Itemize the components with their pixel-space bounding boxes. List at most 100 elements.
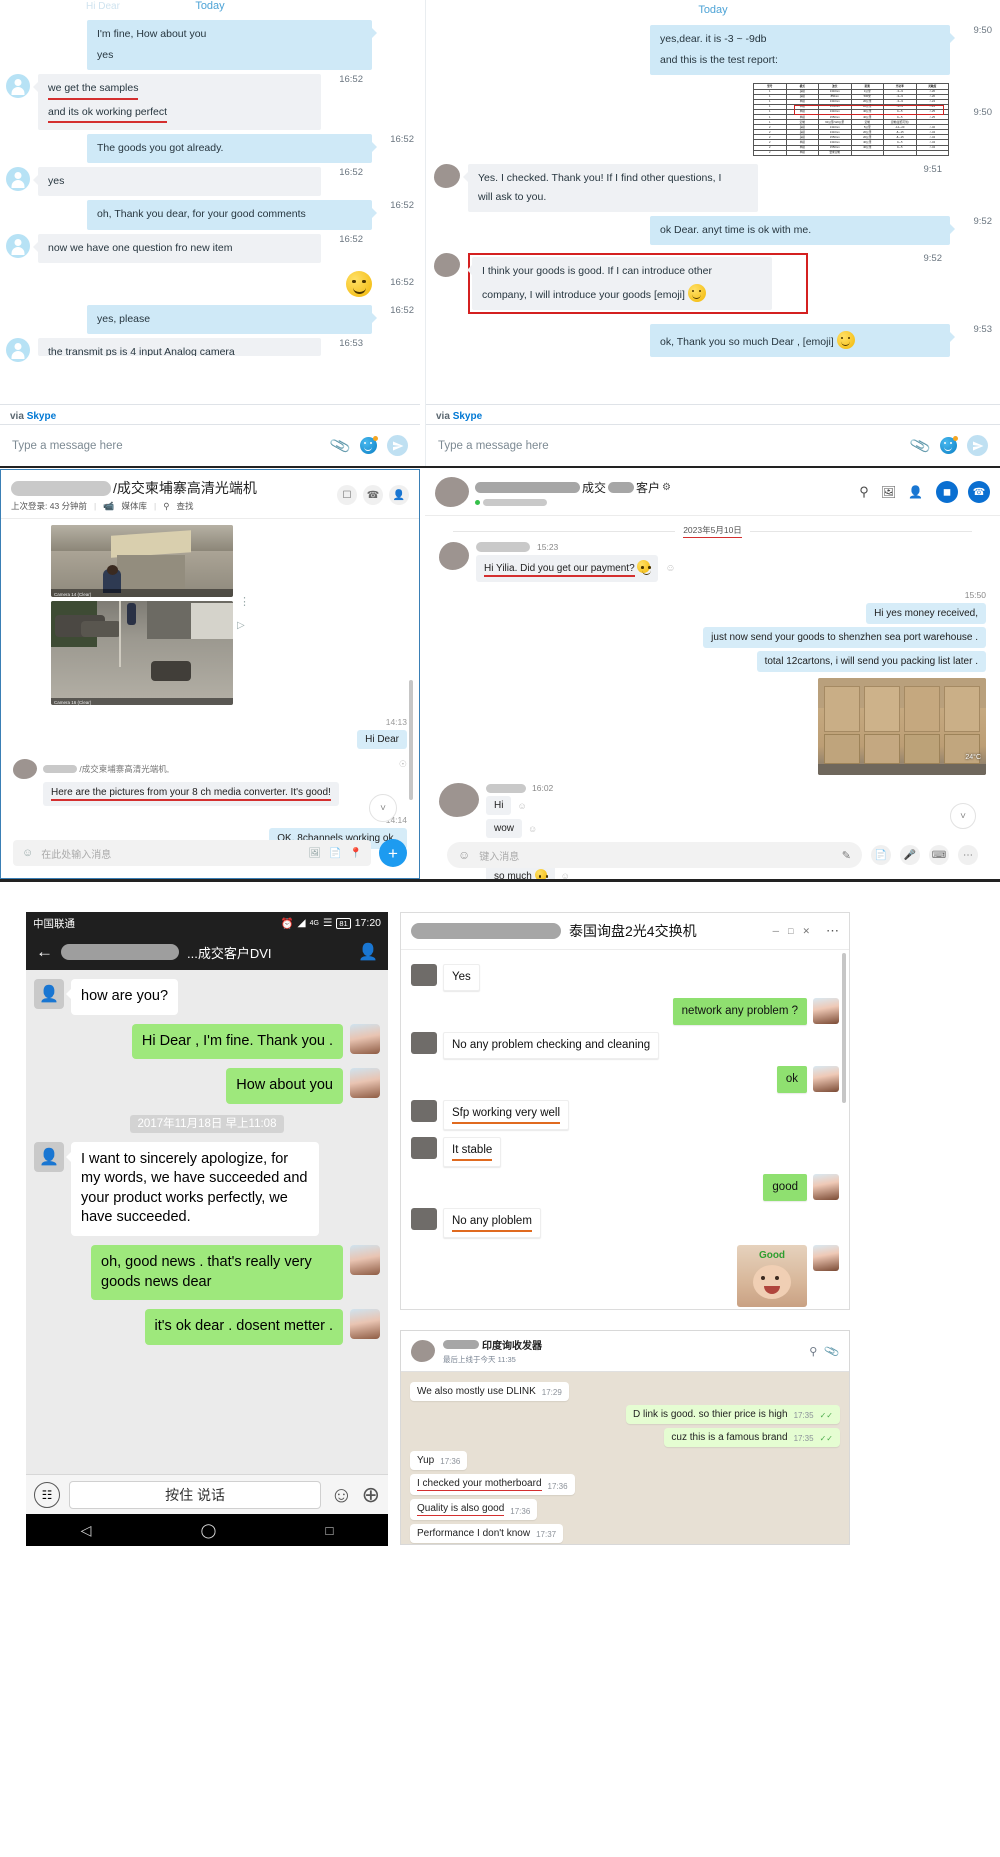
message-bubble[interactable]: I think your goods is good. If I can int…	[467, 257, 772, 310]
message-bubble[interactable]: I want to sincerely apologize, for my wo…	[66, 1141, 319, 1236]
good-job-baby-sticker[interactable]: Good	[737, 1244, 807, 1307]
message-bubble[interactable]: yes	[33, 167, 321, 197]
message-bubble[interactable]: D link is good. so thier price is high 1…	[626, 1405, 840, 1424]
add-contact-icon[interactable]: 👤	[908, 485, 923, 499]
message-bubble[interactable]: How about you	[226, 1068, 343, 1104]
message-bubble[interactable]: oh, good news . that's really very goods…	[91, 1244, 343, 1301]
send-button[interactable]	[387, 435, 408, 456]
message-bubble[interactable]: No any ploblem	[443, 1207, 541, 1238]
message-input[interactable]: 键入消息	[479, 848, 833, 863]
video-call-icon[interactable]: ☐	[337, 485, 357, 505]
message-bubble[interactable]: ok	[776, 1065, 807, 1093]
message-bubble[interactable]: Sfp working very well	[443, 1099, 570, 1130]
maximize-icon[interactable]: □	[788, 926, 793, 937]
scroll-down-icon[interactable]: ˅	[950, 803, 976, 829]
more-icon[interactable]: ⋯	[958, 845, 978, 865]
voice-call-icon[interactable]: ☎	[363, 485, 383, 505]
card-icon[interactable]: 📄	[329, 848, 341, 859]
more-options-icon[interactable]: ⋮	[239, 595, 250, 608]
message-bubble[interactable]: Yes. I checked. Thank you! If I find oth…	[463, 163, 758, 213]
settings-gear-icon[interactable]: ⚙	[662, 482, 671, 493]
emoji-icon[interactable]	[940, 436, 958, 454]
message-bubble[interactable]: good	[763, 1173, 807, 1201]
message-bubble[interactable]: I checked your motherboard 17:36	[410, 1474, 575, 1495]
keyboard-grid-icon[interactable]: ☷	[34, 1481, 60, 1508]
message-bubble[interactable]: Yes	[443, 964, 480, 991]
recents-square-icon[interactable]: □	[326, 1523, 334, 1538]
message-bubble[interactable]: Yup 17:36	[410, 1451, 468, 1470]
message-bubble[interactable]: how are you?	[65, 979, 179, 1015]
message-bubble[interactable]: Hi yes money received,	[866, 603, 986, 624]
plus-icon[interactable]: ⊕	[362, 1482, 380, 1508]
contact-icon[interactable]: 👤	[358, 942, 378, 962]
message-bubble[interactable]: just now send your goods to shenzhen sea…	[703, 627, 986, 648]
message-bubble[interactable]: the transmit ps is 4 input Analog camera	[38, 337, 321, 356]
handwriting-icon[interactable]: ✎	[842, 849, 851, 862]
message-bubble[interactable]: Performance I don't know 17:37	[410, 1524, 564, 1543]
image-icon[interactable]: 🖼	[881, 485, 896, 499]
reaction-icon[interactable]: ☺	[665, 563, 675, 574]
search-label[interactable]: 查找	[176, 500, 193, 512]
attach-icon[interactable]: 📎	[909, 434, 932, 457]
hold-to-talk-button[interactable]: 按住 说话	[69, 1480, 322, 1509]
search-icon[interactable]: ⚲	[859, 484, 869, 500]
message-bubble[interactable]: yes,dear. it is -3 ~ -9db and this is th…	[650, 25, 955, 76]
message-bubble[interactable]: total 12cartons, i will send you packing…	[756, 651, 986, 672]
minimize-icon[interactable]: ─	[773, 926, 779, 937]
message-bubble[interactable]: it's ok dear . dosent metter .	[144, 1309, 343, 1345]
home-circle-icon[interactable]: ◯	[201, 1522, 217, 1539]
message-bubble[interactable]: ok Dear. anyt time is ok with me.	[650, 216, 955, 246]
add-contact-icon[interactable]: 👤	[389, 485, 409, 505]
cartons-photo[interactable]: 24°C	[818, 678, 986, 775]
message-bubble[interactable]: ok, Thank you so much Dear , [emoji]	[650, 323, 955, 358]
scrollbar[interactable]	[409, 680, 413, 800]
location-icon[interactable]: 📍	[350, 848, 362, 859]
search-icon[interactable]: ⚲	[163, 501, 169, 512]
cctv-screenshot-2[interactable]: Camera 16 (Clear)	[51, 601, 233, 705]
attach-icon[interactable]: 📎	[329, 434, 352, 457]
media-library-label[interactable]: 媒体库	[121, 500, 147, 512]
message-bubble[interactable]: No any problem checking and cleaning	[443, 1031, 660, 1059]
message-bubble[interactable]: cuz this is a famous brand 17:35 ✓✓	[664, 1428, 840, 1447]
back-arrow-icon[interactable]: ←	[36, 942, 53, 962]
reaction-icon[interactable]: ☺	[528, 824, 537, 834]
message-bubble[interactable]: The goods you got already.	[87, 133, 377, 164]
file-icon[interactable]: 📄	[871, 845, 891, 865]
message-bubble[interactable]: now we have one question fro new item	[33, 233, 321, 263]
emoji-icon[interactable]: ☺	[330, 1482, 352, 1508]
message-bubble[interactable]: Hi Dear , I'm fine. Thank you .	[131, 1023, 343, 1060]
media-library-icon[interactable]: 📹	[103, 501, 114, 512]
more-icon[interactable]: ⋯	[826, 923, 839, 939]
cctv-screenshot-1[interactable]: Camera 14 (Clear)	[51, 525, 233, 597]
message-input[interactable]: Type a message here	[12, 440, 321, 452]
test-report-attachment[interactable]: 型号 模式 波长 距离 光功率 灵敏度 1 多模 1310nm 1公里 -3~-9 <-20 1 多模 85…	[750, 81, 950, 158]
message-bubble[interactable]: Hi	[486, 796, 512, 815]
message-bubble[interactable]: Hi Dear	[357, 730, 407, 749]
search-icon[interactable]: ⚲	[809, 1345, 817, 1358]
scroll-down-icon[interactable]: ˅	[369, 794, 397, 822]
message-bubble[interactable]: I'm fine, How about you yes	[87, 20, 377, 71]
message-input[interactable]: Type a message here	[438, 440, 901, 452]
reaction-icon[interactable]: ☺	[517, 801, 526, 811]
message-bubble[interactable]: we get the samples and its ok working pe…	[33, 74, 321, 130]
message-bubble[interactable]: Quality is also good 17:36	[410, 1499, 538, 1520]
mic-icon[interactable]: 🎤	[900, 845, 920, 865]
message-bubble[interactable]: It stable	[443, 1136, 502, 1167]
message-bubble[interactable]: Here are the pictures from your 8 ch med…	[43, 782, 339, 806]
attach-icon[interactable]: 📎	[823, 1343, 841, 1359]
send-plus-button[interactable]: +	[379, 839, 407, 867]
video-call-icon[interactable]: ◼	[936, 481, 958, 503]
back-triangle-icon[interactable]: ◁	[81, 1522, 92, 1539]
message-bubble[interactable]: We also mostly use DLINK 17:29	[410, 1382, 569, 1401]
message-bubble[interactable]: oh, Thank you dear, for your good commen…	[87, 200, 377, 230]
image-icon[interactable]: 🖼	[308, 848, 321, 859]
message-input[interactable]: 在此处输入消息	[41, 846, 300, 861]
scrollbar[interactable]	[842, 953, 846, 1103]
send-button[interactable]	[967, 435, 988, 456]
message-bubble[interactable]: Hi Yilia. Did you get our payment?	[476, 555, 659, 582]
keyboard-icon[interactable]: ⌨	[929, 845, 949, 865]
emoji-icon[interactable]	[360, 436, 378, 454]
voice-call-icon[interactable]: ☎	[968, 481, 990, 503]
message-bubble[interactable]: network any problem ?	[672, 997, 807, 1025]
send-arrow-icon[interactable]: ▷	[237, 620, 245, 631]
